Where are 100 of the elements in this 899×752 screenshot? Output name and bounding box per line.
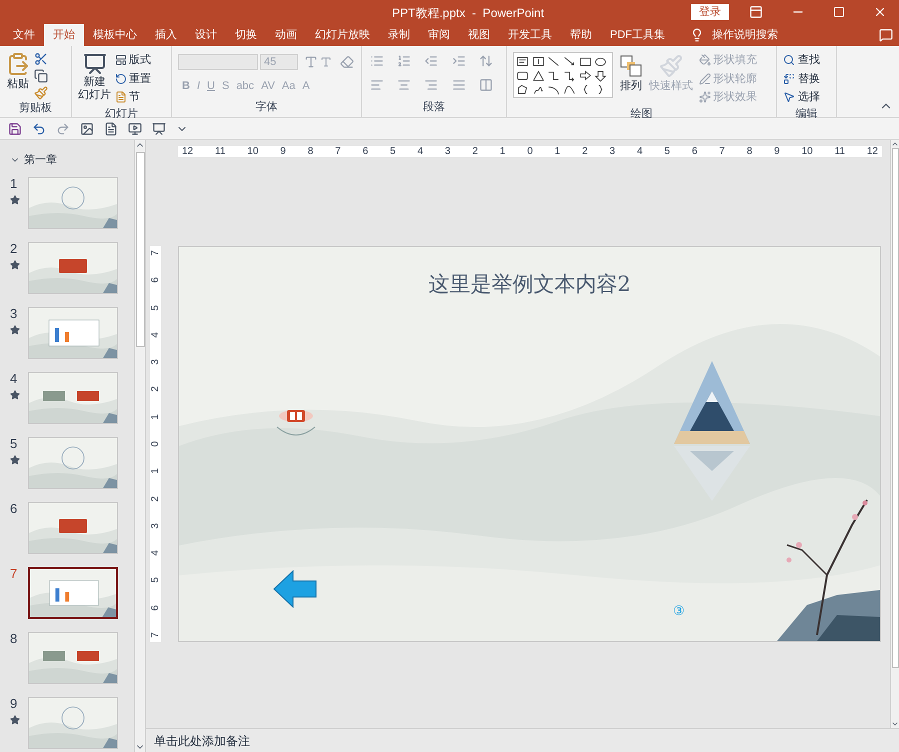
copy-icon[interactable] xyxy=(34,69,48,83)
ruler-number: 5 xyxy=(664,146,670,156)
curve-icon[interactable] xyxy=(563,83,576,96)
ruler-number: 3 xyxy=(150,523,160,529)
save-icon[interactable] xyxy=(8,122,22,136)
line-icon[interactable] xyxy=(547,55,560,68)
layout-button[interactable]: 版式 xyxy=(115,52,151,68)
ruler-number: 7 xyxy=(719,146,725,156)
new-slide-button[interactable]: 新建 幻灯片 xyxy=(78,52,111,106)
freeform-icon[interactable] xyxy=(516,83,529,96)
slide-number: 6 xyxy=(10,502,18,516)
shapes-gallery[interactable] xyxy=(513,52,613,98)
font-name-field[interactable] xyxy=(178,54,258,70)
window-title: PPT教程.pptx - PowerPoint xyxy=(392,5,544,22)
ruler-number: 7 xyxy=(150,250,160,256)
layout-icon xyxy=(115,54,127,66)
ruler-number: 3 xyxy=(150,359,160,365)
ribbon-tab[interactable]: 设计 xyxy=(186,24,226,46)
slide-number: 4 xyxy=(10,372,18,386)
ruler-number: 3 xyxy=(444,146,450,156)
ribbon-tab[interactable]: 视图 xyxy=(459,24,499,46)
ruler-number: 5 xyxy=(150,578,160,584)
right-arrow-icon[interactable] xyxy=(578,69,592,82)
ribbon-tab[interactable]: PDF工具集 xyxy=(601,24,674,46)
notes-field[interactable]: 单击此处添加备注 xyxy=(154,732,454,750)
group-label: 段落 xyxy=(423,100,445,112)
document-icon[interactable] xyxy=(104,122,118,136)
ruler-number: 11 xyxy=(215,146,226,156)
ribbon-tab[interactable]: 开发工具 xyxy=(499,24,561,46)
close-icon[interactable] xyxy=(873,5,887,19)
ruler-number: 2 xyxy=(150,496,160,502)
ruler-number: 9 xyxy=(774,146,780,156)
section-button[interactable]: 节 xyxy=(115,89,151,106)
group-label: 绘图 xyxy=(630,108,652,120)
rectangle-icon[interactable] xyxy=(578,55,592,68)
scroll-thumb[interactable] xyxy=(892,148,898,668)
ribbon-display-icon[interactable] xyxy=(749,5,763,19)
text-box-icon[interactable] xyxy=(516,55,529,68)
ruler-number: 8 xyxy=(746,146,752,156)
ruler-number: 2 xyxy=(582,146,588,156)
scroll-up-icon[interactable] xyxy=(891,140,899,148)
ruler-number: 2 xyxy=(472,146,478,156)
ribbon-tab[interactable]: 帮助 xyxy=(561,24,601,46)
ruler-number: 11 xyxy=(834,146,845,156)
lightbulb-icon xyxy=(690,28,704,42)
maximize-icon[interactable] xyxy=(833,6,845,18)
reset-button[interactable]: 重置 xyxy=(115,70,151,87)
section-title[interactable]: 第一章 xyxy=(24,152,57,168)
triangle-icon[interactable] xyxy=(532,69,545,82)
ruler-number: 5 xyxy=(150,304,160,310)
comments-icon[interactable] xyxy=(879,28,893,42)
ribbon-tab[interactable]: 插入 xyxy=(146,24,186,46)
tell-me-search[interactable]: 操作说明搜索 xyxy=(712,26,778,44)
scroll-thumb[interactable] xyxy=(136,152,144,347)
ruler-number: 4 xyxy=(150,332,160,338)
group-label: 剪贴板 xyxy=(19,102,52,114)
elbow-connector-icon[interactable] xyxy=(547,69,560,82)
ruler-number: 1 xyxy=(150,414,160,420)
ribbon-tab[interactable]: 动画 xyxy=(266,24,306,46)
ruler-number: 10 xyxy=(247,146,258,156)
ribbon-tab[interactable]: 切换 xyxy=(226,24,266,46)
ribbon-tab[interactable]: 幻灯片放映 xyxy=(306,24,379,46)
ribbon-tab[interactable]: 审阅 xyxy=(419,24,459,46)
ribbon-tab[interactable]: 录制 xyxy=(379,24,419,46)
vertical-text-box-icon[interactable] xyxy=(532,55,545,68)
sparkle-icon xyxy=(699,91,711,104)
clipboard-icon xyxy=(6,52,30,76)
search-icon xyxy=(783,54,795,66)
slideshow-icon[interactable] xyxy=(128,122,142,136)
ruler-number: 0 xyxy=(527,146,533,156)
ribbon-tab[interactable]: 文件 xyxy=(4,24,44,46)
paste-button[interactable]: 粘贴 xyxy=(6,52,30,100)
ruler-number: 0 xyxy=(150,441,160,447)
group-label: 字体 xyxy=(256,100,278,112)
editing-button[interactable]: 替换 xyxy=(783,70,830,87)
elbow-arrow-icon[interactable] xyxy=(563,69,576,82)
ruler-number: 12 xyxy=(182,146,194,156)
editing-button[interactable]: 查找 xyxy=(783,52,830,68)
ruler-number: 6 xyxy=(362,146,368,156)
ribbon-tab[interactable]: 模板中心 xyxy=(84,24,146,46)
pointer-icon xyxy=(783,91,795,104)
group-label: 幻灯片 xyxy=(105,108,138,120)
down-arrow-icon[interactable] xyxy=(594,69,608,82)
arrange-button[interactable]: 排列 xyxy=(619,52,643,106)
arrange-icon xyxy=(619,54,643,78)
editing-button[interactable]: 选择 xyxy=(783,89,830,106)
paint-bucket-icon xyxy=(699,54,711,66)
arrow-line-icon[interactable] xyxy=(563,55,576,68)
sign-in-button[interactable]: 登录 xyxy=(691,4,729,20)
undo-icon[interactable] xyxy=(32,122,46,136)
image-icon[interactable] xyxy=(80,122,94,136)
scroll-down-icon[interactable] xyxy=(891,720,899,728)
slide-icon xyxy=(82,52,106,76)
cut-icon[interactable] xyxy=(34,52,48,66)
slide-number: 9 xyxy=(10,696,18,710)
ruler-number: 9 xyxy=(280,146,286,156)
ruler-number: 1 xyxy=(500,146,506,156)
presenter-icon[interactable] xyxy=(152,122,166,136)
ribbon-tab[interactable]: 开始 xyxy=(44,24,84,46)
ruler-number: 6 xyxy=(150,604,160,610)
